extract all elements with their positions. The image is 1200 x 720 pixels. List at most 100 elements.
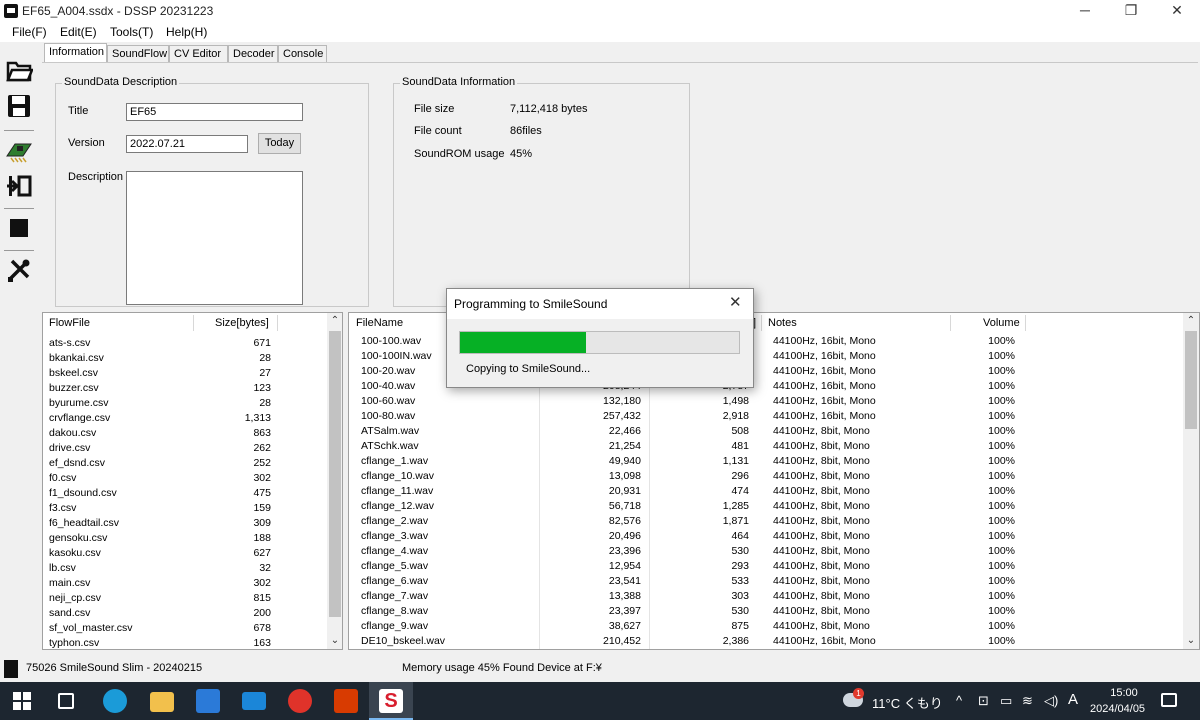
flow-row[interactable]: byurume.csv 28: [43, 396, 327, 411]
menu-file[interactable]: File(F): [12, 25, 47, 39]
flow-row[interactable]: typhon.csv 163: [43, 636, 327, 649]
network-icon[interactable]: ⊡: [978, 693, 989, 709]
file-row[interactable]: cflange_10.wav 13,098 296 44100Hz, 8bit, Mo…: [349, 469, 1183, 484]
dialog-close-icon[interactable]: ✕: [729, 293, 742, 311]
speaker-icon[interactable]: ◁): [1044, 693, 1058, 709]
notification-icon[interactable]: [1161, 693, 1177, 707]
file-row[interactable]: cflange_11.wav 20,931 474 44100Hz, 8bit, Mo…: [349, 484, 1183, 499]
file-row[interactable]: cflange_5.wav 12,954 293 44100Hz, 8bit, Mon…: [349, 559, 1183, 574]
file-row[interactable]: ATSchk.wav 21,254 481 44100Hz, 8bit, Mono 10…: [349, 439, 1183, 454]
minimize-button[interactable]: ─: [1062, 0, 1108, 22]
scroll-thumb[interactable]: [329, 331, 341, 617]
maximize-button[interactable]: ❐: [1108, 0, 1154, 22]
wifi-icon[interactable]: ≋: [1022, 693, 1033, 709]
file-row[interactable]: ATSalm.wav 22,466 508 44100Hz, 8bit, Mono 10…: [349, 424, 1183, 439]
weather-text[interactable]: 11°C くもり: [872, 693, 943, 712]
scroll-up-icon[interactable]: ⌃: [327, 313, 342, 329]
flow-row[interactable]: neji_cp.csv 815: [43, 591, 327, 606]
flow-row[interactable]: f3.csv 159: [43, 501, 327, 516]
flow-row[interactable]: buzzer.csv 123: [43, 381, 327, 396]
flow-row[interactable]: ats-s.csv 671: [43, 336, 327, 351]
version-input[interactable]: 2022.07.21: [126, 135, 248, 153]
flow-row[interactable]: f1_dsound.csv 475: [43, 486, 327, 501]
scroll-down-icon[interactable]: ⌄: [1183, 633, 1199, 649]
scroll-up-icon[interactable]: ⌃: [1183, 313, 1199, 329]
file-row[interactable]: cflange_1.wav 49,940 1,131 44100Hz, 8bit, M…: [349, 454, 1183, 469]
today-button[interactable]: Today: [258, 133, 301, 154]
size-column-header[interactable]: Size[bytes]: [215, 317, 269, 329]
flow-row[interactable]: main.csv 302: [43, 576, 327, 591]
dssp-taskbar-button[interactable]: S: [369, 682, 413, 720]
flow-row[interactable]: lb.csv 32: [43, 561, 327, 576]
wave-file-size: 82,576: [539, 514, 643, 529]
write-to-device-icon[interactable]: [5, 172, 33, 200]
mail-icon[interactable]: [242, 692, 266, 710]
store-icon[interactable]: [196, 689, 220, 713]
clock-time[interactable]: 15:00: [1104, 687, 1144, 699]
display-icon[interactable]: ▭: [1000, 693, 1012, 709]
flow-row[interactable]: kasoku.csv 627: [43, 546, 327, 561]
file-row[interactable]: cflange_4.wav 23,396 530 44100Hz, 8bit, Mon…: [349, 544, 1183, 559]
chevron-up-icon[interactable]: ^: [956, 693, 962, 708]
file-row[interactable]: 100-80.wav 257,432 2,918 44100Hz, 16bit, Mo…: [349, 409, 1183, 424]
filename-column-header[interactable]: FileName: [356, 317, 403, 329]
save-icon[interactable]: [5, 92, 33, 120]
flowfile-size: 28: [259, 352, 271, 364]
flow-row[interactable]: bkankai.csv 28: [43, 351, 327, 366]
flow-row[interactable]: f6_headtail.csv 309: [43, 516, 327, 531]
volume-column-header[interactable]: Volume: [983, 317, 1020, 329]
file-row[interactable]: cflange_8.wav 23,397 530 44100Hz, 8bit, Mon…: [349, 604, 1183, 619]
stop-icon[interactable]: [5, 214, 33, 242]
tab-information[interactable]: Information: [44, 43, 107, 63]
scroll-down-icon[interactable]: ⌄: [327, 633, 342, 649]
tab-console[interactable]: Console: [278, 45, 327, 63]
flow-row[interactable]: gensoku.csv 188: [43, 531, 327, 546]
edge-icon[interactable]: [103, 689, 127, 713]
file-row[interactable]: cflange_2.wav 82,576 1,871 44100Hz, 8bit, M…: [349, 514, 1183, 529]
file-row[interactable]: 100-60.wav 132,180 1,498 44100Hz, 16bit, Mo…: [349, 394, 1183, 409]
file-list-scrollbar[interactable]: ⌃ ⌄: [1183, 313, 1199, 649]
tab-soundflow[interactable]: SoundFlow: [107, 45, 169, 63]
menu-edit[interactable]: Edit(E): [60, 25, 97, 39]
flow-list-scrollbar[interactable]: ⌃ ⌄: [327, 313, 342, 649]
menu-tools[interactable]: Tools(T): [110, 25, 153, 39]
file-row[interactable]: cflange_12.wav 56,718 1,285 44100Hz, 8bit, …: [349, 499, 1183, 514]
flow-row[interactable]: bskeel.csv 27: [43, 366, 327, 381]
file-row[interactable]: cflange_9.wav 38,627 875 44100Hz, 8bit, Mon…: [349, 619, 1183, 634]
scroll-thumb[interactable]: [1185, 331, 1197, 429]
flow-row[interactable]: dakou.csv 863: [43, 426, 327, 441]
file-row[interactable]: DE10_bskeel.wav 210,452 2,386 44100Hz, 16bi…: [349, 634, 1183, 649]
file-explorer-icon[interactable]: [150, 692, 174, 712]
file-row[interactable]: cflange_6.wav 23,541 533 44100Hz, 8bit, Mon…: [349, 574, 1183, 589]
wave-file-name: cflange_12.wav: [361, 500, 434, 512]
flow-row[interactable]: sf_vol_master.csv 678: [43, 621, 327, 636]
wave-file-volume: 100%: [988, 545, 1015, 557]
close-window-button[interactable]: ✕: [1154, 0, 1200, 22]
flow-row[interactable]: ef_dsnd.csv 252: [43, 456, 327, 471]
open-folder-icon[interactable]: [5, 56, 34, 84]
file-row[interactable]: cflange_7.wav 13,388 303 44100Hz, 8bit, Mon…: [349, 589, 1183, 604]
flowfile-name: gensoku.csv: [49, 532, 108, 544]
flowfile-column-header[interactable]: FlowFile: [49, 317, 90, 329]
menu-help[interactable]: Help(H): [166, 25, 207, 39]
flowfile-name: ats-s.csv: [49, 337, 91, 349]
wave-file-size: 12,954: [539, 559, 643, 574]
task-view-icon[interactable]: [58, 693, 74, 709]
decoder-board-icon[interactable]: [5, 136, 33, 164]
tab-cv-editor[interactable]: CV Editor: [169, 45, 228, 63]
office-icon[interactable]: [334, 689, 358, 713]
flow-row[interactable]: sand.csv 200: [43, 606, 327, 621]
title-input[interactable]: EF65: [126, 103, 303, 121]
flow-row[interactable]: crvflange.csv 1,313: [43, 411, 327, 426]
clock-date[interactable]: 2024/04/05: [1090, 703, 1145, 715]
start-icon[interactable]: [13, 692, 31, 710]
chrome-icon[interactable]: [288, 689, 312, 713]
flow-row[interactable]: drive.csv 262: [43, 441, 327, 456]
description-textarea[interactable]: [126, 171, 303, 305]
ime-indicator[interactable]: A: [1068, 691, 1078, 708]
tools-icon[interactable]: [5, 256, 33, 284]
flow-row[interactable]: f0.csv 302: [43, 471, 327, 486]
tab-decoder[interactable]: Decoder: [228, 45, 278, 63]
file-row[interactable]: cflange_3.wav 20,496 464 44100Hz, 8bit, Mon…: [349, 529, 1183, 544]
notes-column-header[interactable]: Notes: [768, 317, 797, 329]
